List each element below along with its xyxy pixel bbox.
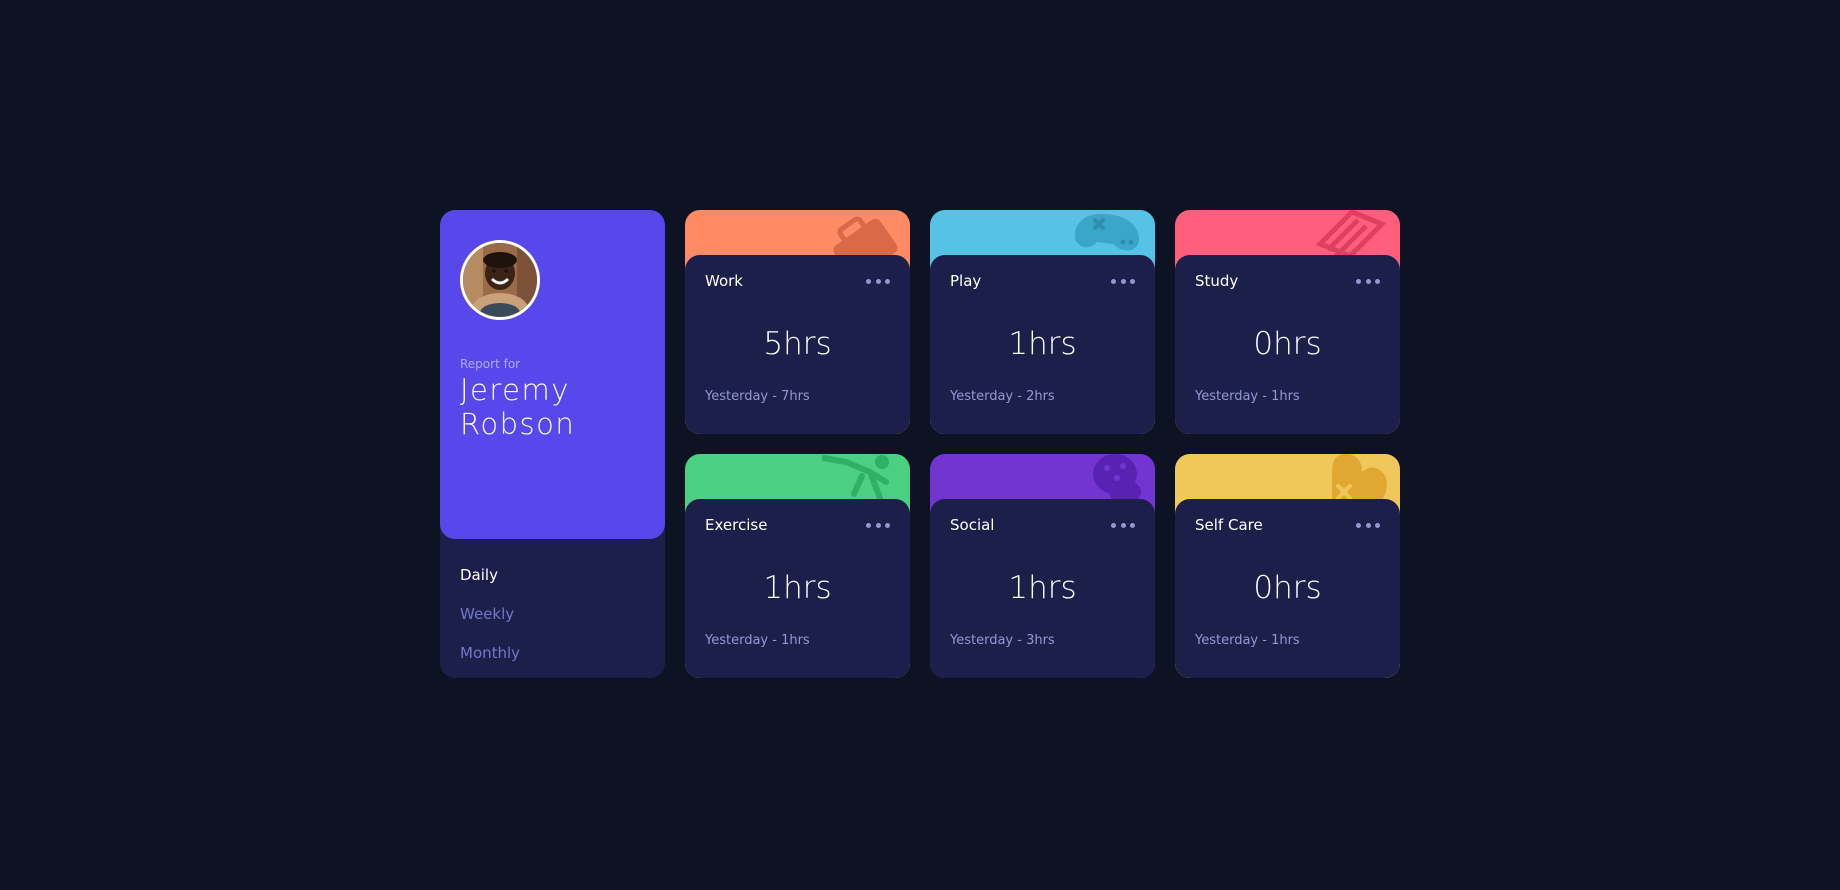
activity-card-work: Work 5hrs Yesterday - 7hrs: [685, 210, 910, 434]
previous-hours: Yesterday - 1hrs: [1195, 633, 1300, 648]
activity-card-study: Study 0hrs Yesterday - 1hrs: [1175, 210, 1400, 434]
activity-card-self-care: Self Care 0hrs Yesterday - 1hrs: [1175, 454, 1400, 678]
report-for-label: Report for: [460, 357, 521, 371]
current-hours: 0hrs: [1253, 570, 1322, 606]
previous-hours: Yesterday - 7hrs: [705, 389, 810, 404]
activity-content: Work 5hrs Yesterday - 7hrs: [685, 255, 910, 434]
current-hours: 1hrs: [1008, 326, 1077, 362]
activity-title: Self Care: [1195, 516, 1263, 534]
activity-title: Play: [950, 272, 982, 290]
previous-hours: Yesterday - 2hrs: [950, 389, 1055, 404]
activity-card-play: Play 1hrs Yesterday - 2hrs: [930, 210, 1155, 434]
more-options-icon[interactable]: [866, 520, 890, 530]
current-hours: 1hrs: [1008, 570, 1077, 606]
more-options-icon[interactable]: [1356, 276, 1380, 286]
period-selector: Daily Weekly Monthly: [440, 539, 665, 673]
activity-content: Exercise 1hrs Yesterday - 1hrs: [685, 499, 910, 678]
more-options-icon[interactable]: [1111, 520, 1135, 530]
activity-title: Social: [950, 516, 995, 534]
time-tracking-dashboard: Report for Jeremy Robson Daily Weekly Mo…: [440, 210, 1400, 678]
more-options-icon[interactable]: [1356, 520, 1380, 530]
person-name: Jeremy Robson: [460, 373, 576, 441]
activity-content: Play 1hrs Yesterday - 2hrs: [930, 255, 1155, 434]
period-weekly[interactable]: Weekly: [460, 595, 645, 634]
more-options-icon[interactable]: [1111, 276, 1135, 286]
activity-title: Study: [1195, 272, 1239, 290]
profile-card: Report for Jeremy Robson Daily Weekly Mo…: [440, 210, 665, 678]
more-options-icon[interactable]: [866, 276, 890, 286]
activity-title: Work: [705, 272, 743, 290]
previous-hours: Yesterday - 3hrs: [950, 633, 1055, 648]
activity-content: Self Care 0hrs Yesterday - 1hrs: [1175, 499, 1400, 678]
previous-hours: Yesterday - 1hrs: [1195, 389, 1300, 404]
activity-title: Exercise: [705, 516, 768, 534]
previous-hours: Yesterday - 1hrs: [705, 633, 810, 648]
activity-card-exercise: Exercise 1hrs Yesterday - 1hrs: [685, 454, 910, 678]
avatar: [460, 240, 540, 320]
current-hours: 5hrs: [763, 326, 832, 362]
current-hours: 1hrs: [763, 570, 832, 606]
activity-content: Study 0hrs Yesterday - 1hrs: [1175, 255, 1400, 434]
current-hours: 0hrs: [1253, 326, 1322, 362]
profile-header: Report for Jeremy Robson: [440, 210, 665, 539]
activity-content: Social 1hrs Yesterday - 3hrs: [930, 499, 1155, 678]
activity-card-social: Social 1hrs Yesterday - 3hrs: [930, 454, 1155, 678]
period-daily[interactable]: Daily: [460, 556, 645, 595]
period-monthly[interactable]: Monthly: [460, 634, 645, 673]
